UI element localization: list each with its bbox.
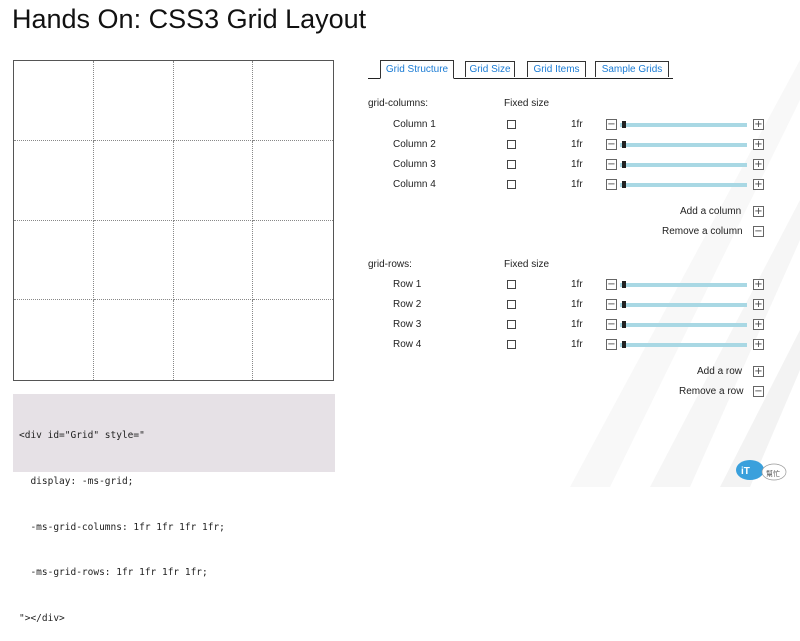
rows-section-label: grid-rows: [368,259,412,270]
row-name: Row 1 [393,279,422,290]
column-decrease-button[interactable]: − [606,159,617,170]
row-name: Row 3 [393,319,422,330]
grid-cell [174,300,254,380]
column-fixed-checkbox[interactable] [507,140,516,149]
code-line: "></div> [19,612,65,624]
columns-fixed-size-label: Fixed size [504,98,550,109]
row-decrease-button[interactable]: − [606,339,617,350]
row-increase-button[interactable]: + [753,339,764,350]
grid-cell [93,61,174,141]
row-increase-button[interactable]: + [753,279,764,290]
column-slider[interactable] [620,183,747,187]
grid-cell [253,221,333,301]
row-slider[interactable] [620,283,747,287]
row-slider-thumb[interactable] [622,301,626,308]
column-slider-thumb[interactable] [622,121,626,128]
row-fixed-checkbox[interactable] [507,300,516,309]
row-name: Row 2 [393,299,422,310]
grid-cell [14,61,94,141]
grid-preview [13,60,334,381]
row-increase-button[interactable]: + [753,319,764,330]
column-value: 1fr [571,119,583,130]
row-slider[interactable] [620,303,747,307]
remove-row-button[interactable]: − [753,386,764,397]
ithome-logo: iT 幫忙 [736,460,787,481]
grid-cell [173,220,254,301]
column-fixed-checkbox[interactable] [507,160,516,169]
tab-grid-items[interactable]: Grid Items [527,61,586,77]
row-fixed-checkbox[interactable] [507,320,516,329]
row-value: 1fr [571,299,583,310]
row-slider[interactable] [620,343,747,347]
column-decrease-button[interactable]: − [606,119,617,130]
svg-text:幫忙: 幫忙 [766,469,780,478]
grid-cell [94,300,174,380]
column-slider[interactable] [620,143,747,147]
grid-cell [173,61,254,141]
tab-grid-structure[interactable]: Grid Structure [380,60,454,79]
page-title: Hands On: CSS3 Grid Layout [12,4,367,34]
code-block: <div id="Grid" style=" display: -ms-grid… [13,394,335,624]
grid-cell [14,220,94,301]
code-line: <div id="Grid" style=" [19,430,145,442]
grid-cell [14,300,94,380]
tab-bar: Grid Structure Grid Size Grid Items Samp… [368,60,673,79]
column-slider[interactable] [620,123,747,127]
column-increase-button[interactable]: + [753,159,764,170]
column-value: 1fr [571,159,583,170]
add-column-label: Add a column [680,206,742,217]
column-slider-thumb[interactable] [622,161,626,168]
column-value: 1fr [571,179,583,190]
column-name: Column 4 [393,179,436,190]
row-decrease-button[interactable]: − [606,299,617,310]
column-fixed-checkbox[interactable] [507,120,516,129]
add-row-button[interactable]: + [753,366,764,377]
tab-sample-grids[interactable]: Sample Grids [595,61,669,77]
row-slider-thumb[interactable] [622,281,626,288]
column-name: Column 3 [393,159,436,170]
row-decrease-button[interactable]: − [606,279,617,290]
grid-cell [93,220,174,301]
column-decrease-button[interactable]: − [606,139,617,150]
add-row-label: Add a row [697,366,743,377]
grid-cell [14,140,94,221]
row-name: Row 4 [393,339,422,350]
column-value: 1fr [571,139,583,150]
grid-cell [93,140,174,221]
grid-cell [253,61,333,141]
column-name: Column 2 [393,139,436,150]
code-line: -ms-grid-rows: 1fr 1fr 1fr 1fr; [19,567,208,579]
rows-fixed-size-label: Fixed size [504,259,550,270]
tab-grid-size[interactable]: Grid Size [465,61,515,77]
column-increase-button[interactable]: + [753,139,764,150]
column-slider-thumb[interactable] [622,181,626,188]
row-slider-thumb[interactable] [622,341,626,348]
row-slider[interactable] [620,323,747,327]
grid-cell [253,141,333,221]
remove-column-label: Remove a column [662,226,743,237]
column-increase-button[interactable]: + [753,179,764,190]
row-value: 1fr [571,339,583,350]
code-line: -ms-grid-columns: 1fr 1fr 1fr 1fr; [19,521,225,533]
column-increase-button[interactable]: + [753,119,764,130]
row-fixed-checkbox[interactable] [507,340,516,349]
svg-text:iT: iT [741,466,750,477]
row-fixed-checkbox[interactable] [507,280,516,289]
row-value: 1fr [571,279,583,290]
add-column-button[interactable]: + [753,206,764,217]
column-decrease-button[interactable]: − [606,179,617,190]
columns-section-label: grid-columns: [368,98,429,109]
grid-cell [253,300,333,380]
row-increase-button[interactable]: + [753,299,764,310]
remove-column-button[interactable]: − [753,226,764,237]
row-slider-thumb[interactable] [622,321,626,328]
column-name: Column 1 [393,119,436,130]
remove-row-label: Remove a row [679,386,744,397]
column-slider[interactable] [620,163,747,167]
grid-cell [173,140,254,221]
column-slider-thumb[interactable] [622,141,626,148]
column-fixed-checkbox[interactable] [507,180,516,189]
row-value: 1fr [571,319,583,330]
row-decrease-button[interactable]: − [606,319,617,330]
